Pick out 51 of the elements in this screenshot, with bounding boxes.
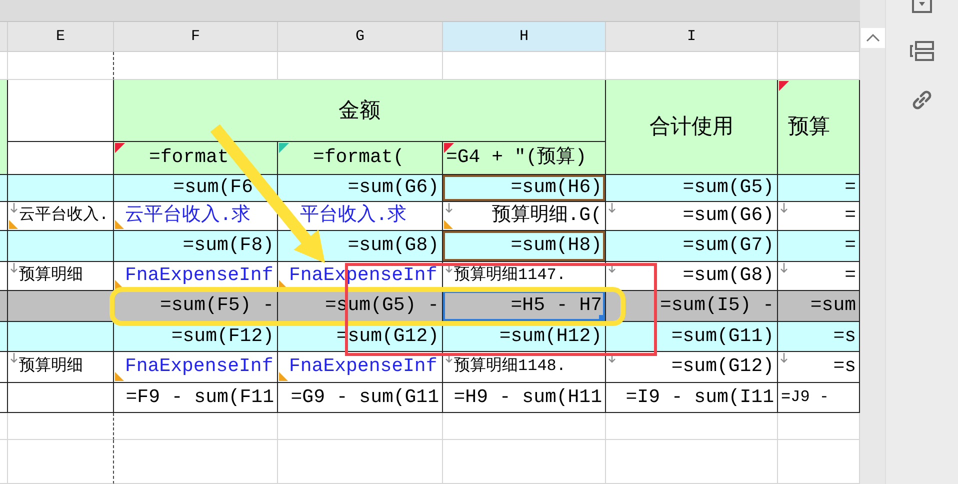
cell-text: =F9 - sum(F11 — [126, 388, 274, 406]
cell-text: 平台收入.求 — [300, 206, 406, 225]
cell-text: =sum(G11) — [671, 326, 774, 346]
cell-text: =sum(H12) — [499, 326, 602, 346]
cell-text: 预算明细1148. — [454, 357, 566, 376]
header-text: 预算 — [788, 117, 830, 136]
cell-text: 预算明细 — [19, 266, 83, 285]
cell-text: =sum(F6 — [173, 178, 253, 197]
cell-text: =sum(F12) — [171, 326, 274, 346]
header-text: =G4 + "(预算) — [446, 148, 587, 167]
cell-text: =sum(G8) — [682, 266, 774, 285]
cell-text: =sum(G6) — [348, 178, 439, 197]
cell-text: FnaExpenseInf — [125, 266, 274, 285]
cell-text: 云平台收入.求 — [125, 206, 250, 225]
column-header[interactable]: E — [8, 22, 114, 52]
cell-text: =sum(G5) — [682, 178, 774, 197]
cell-text: =H9 - sum(H11 — [454, 388, 602, 406]
cell-text: 预算明细.G( — [492, 206, 602, 225]
cell-text: =s — [833, 357, 856, 376]
cell-text: =H5 - H7 — [510, 296, 602, 315]
cell-text: 预算明细 — [19, 357, 83, 376]
header-text: 合计使用 — [650, 117, 734, 136]
column-header[interactable]: F — [114, 22, 278, 52]
cell-text: FnaExpenseInf — [289, 357, 438, 376]
cell-text: =sum(G8) — [348, 236, 439, 255]
cell-text: = — [844, 266, 856, 285]
column-header[interactable]: I — [606, 22, 778, 52]
cell-text: =J9 - — [781, 388, 830, 406]
cell-text: =sum — [810, 296, 856, 315]
cell-text: =sum(G7) — [682, 236, 774, 255]
column-header[interactable]: G — [278, 22, 443, 52]
cell-text: =G9 - sum(G11 — [290, 388, 439, 406]
header-text: =format( — [313, 148, 404, 167]
cell-text: =sum(H8) — [510, 236, 602, 255]
cell-text: =sum(G12) — [671, 357, 774, 376]
cell-text: =s — [833, 326, 856, 346]
cell-text: =sum(F8) — [182, 236, 274, 255]
cell-text: = — [844, 178, 856, 197]
header-text: 金额 — [338, 100, 380, 120]
column-header[interactable]: H — [443, 22, 606, 52]
cell-text: =I9 - sum(I11 — [626, 388, 774, 406]
cell-text: =sum(H6) — [510, 178, 602, 197]
header-text: =format — [149, 148, 229, 167]
cell-text: 云平台收入. — [19, 206, 109, 225]
cell-text: =sum(F5) - — [160, 296, 274, 315]
cell-text: = — [844, 236, 856, 255]
cell-text: = — [844, 206, 856, 225]
cell-text: FnaExpenseInf — [125, 357, 274, 376]
cell-text: =sum(I5) - — [660, 296, 774, 315]
cell-text: 预算明细1147. — [454, 266, 566, 285]
cell-text: =sum(G6) — [682, 206, 774, 225]
